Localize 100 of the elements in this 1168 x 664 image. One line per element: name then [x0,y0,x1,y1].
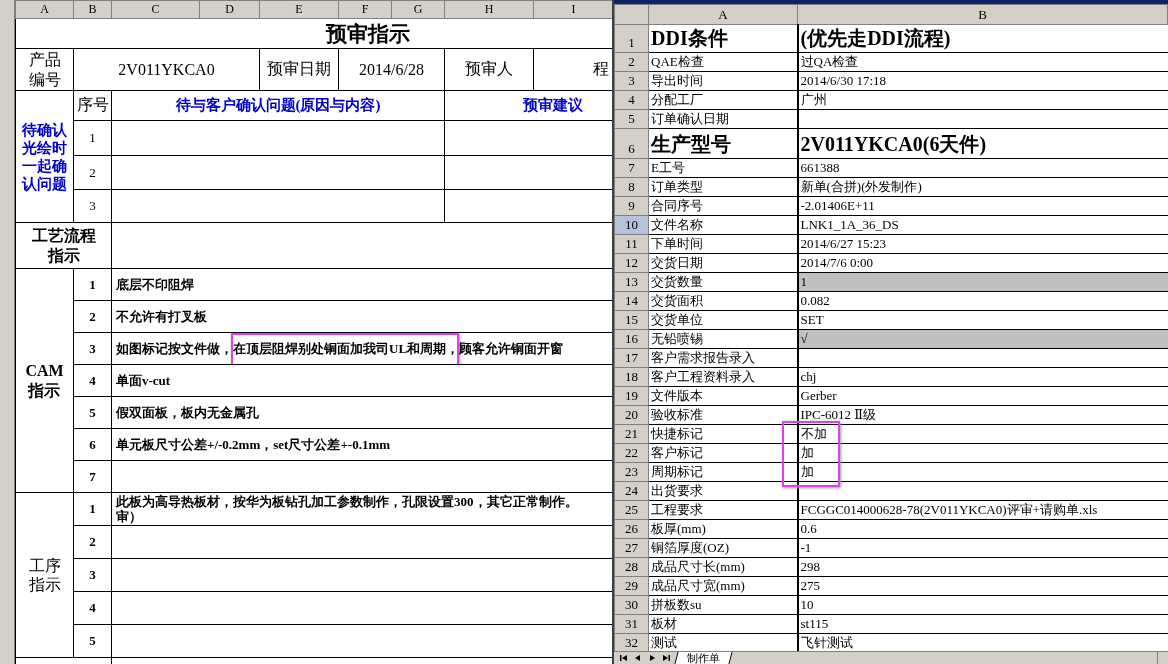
column-header[interactable]: I [533,0,612,19]
table-cell: 客户工程资料录入 [648,367,798,387]
sheet-tab[interactable]: 制作单 [674,652,733,664]
sheet-title: 预审指示 [15,18,612,49]
column-header[interactable]: A [15,0,74,19]
column-header[interactable]: E [259,0,339,19]
table-cell: 板厚(mm) [648,519,798,539]
table-cell: 7 [73,460,112,493]
table-cell: 快捷标记 [648,424,798,444]
table-cell: 无铅喷锡 [648,329,798,349]
table-cell: 订单确认日期 [648,109,798,129]
table-cell: 2 [73,300,112,333]
table-cell: E工号 [648,158,798,178]
table-cell: FCGGC014000628-78(2V011YKCA0)评审+请购单.xls [797,500,1168,520]
table-cell: 2014/6/30 17:18 [797,71,1168,91]
table-cell: SET [797,310,1168,330]
table-cell: 2014/6/27 15:23 [797,234,1168,254]
table-cell: 4 [73,591,112,625]
table-cell: 1 [73,120,112,156]
table-cell: 验收标准 [648,405,798,425]
table-cell: 工程要求 [648,500,798,520]
table-cell: 序号 [73,90,112,121]
table-cell: QAE检查 [648,52,798,72]
column-header[interactable]: G [391,0,445,19]
table-cell: 交货面积 [648,291,798,311]
table-cell: 交货日期 [648,253,798,273]
table-cell: 订单类型 [648,177,798,197]
table-cell: 拼板数su [648,595,798,615]
column-header[interactable]: B [73,0,112,19]
table-cell: 出货要求 [648,481,798,501]
table-cell: 客户标记 [648,443,798,463]
table-cell: 成品尺寸宽(mm) [648,576,798,596]
table-cell: chj [797,367,1168,387]
table-cell: 广州 [797,90,1168,110]
table-cell: -2.01406E+11 [797,196,1168,216]
row-header[interactable]: 1 [614,24,649,53]
table-cell: 6 [73,428,112,461]
table-cell: 铜箔厚度(OZ) [648,538,798,558]
table-cell: 2014/6/28 [338,48,445,91]
table-cell: DDI条件 [648,24,798,53]
table-cell: IPC-6012 Ⅱ级 [797,405,1168,425]
table-cell: Gerber [797,386,1168,406]
table-cell: (优先走DDI流程) [797,24,1168,53]
column-header[interactable]: H [444,0,534,19]
table-cell: CAM指示 [15,268,74,493]
column-header[interactable]: C [111,0,200,19]
table-cell: 2 [73,525,112,559]
table-cell: 生产型号 [648,128,798,159]
first-sheet-icon[interactable] [618,653,630,663]
table-cell: 合同序号 [648,196,798,216]
column-header[interactable]: B [797,4,1168,25]
table-cell: 成品尺寸长(mm) [648,557,798,577]
row-header[interactable]: 6 [614,128,649,159]
column-header[interactable]: D [199,0,260,19]
table-cell: 加 [797,443,1168,463]
table-cell: 如图标记按文件做，在顶层阻焊别处铜面加我司UL和周期，顾客允许铜面开窗 [111,332,612,365]
table-cell: 工艺流程指示 [15,222,112,269]
column-header[interactable]: A [648,4,798,25]
table-cell: 3 [73,332,112,365]
table-cell: 2014/7/6 0:00 [797,253,1168,273]
table-cell: 1 [73,492,112,526]
table-cell: 不加 [797,424,1168,444]
table-cell: 周期标记 [648,462,798,482]
table-cell: 0.082 [797,291,1168,311]
table-cell: 2V011YKCA0 [73,48,260,91]
table-cell: 298 [797,557,1168,577]
table-cell: 分配工厂 [648,90,798,110]
table-cell: 2 [73,155,112,190]
table-cell: 1 [73,268,112,301]
table-cell: 导出时间 [648,71,798,91]
table-cell: 交货数量 [648,272,798,292]
table-cell: 下单时间 [648,234,798,254]
table-cell: 275 [797,576,1168,596]
table-cell: 预审人 [444,48,534,91]
table-cell: 加 [797,462,1168,482]
table-cell: 4 [73,364,112,397]
table-cell: 661388 [797,158,1168,178]
table-cell: -1 [797,538,1168,558]
table-cell: 5 [73,624,112,658]
table-cell: 板材 [648,614,798,634]
table-cell: 3 [73,189,112,223]
table-cell: 3 [73,558,112,592]
table-cell: 10 [797,595,1168,615]
table-cell: 0.6 [797,519,1168,539]
table-cell: 产品编号 [15,48,74,91]
column-header[interactable]: F [338,0,392,19]
last-sheet-icon[interactable] [660,653,672,663]
table-cell: 待确认光绘时一起确认问题 [15,90,74,223]
table-cell: 工序指示 [15,492,74,658]
table-cell: 待与客户确认问题(原因与内容) [111,90,445,121]
table-cell: 文件名称 [648,215,798,235]
table-cell: 预审日期 [259,48,339,91]
table-cell: LNK1_1A_36_DS [797,215,1168,235]
table-cell: 过QA检查 [797,52,1168,72]
table-cell: 文件版本 [648,386,798,406]
table-cell: st115 [797,614,1168,634]
table-cell: 2V011YKCA0(6天件) [797,128,1168,159]
table-cell: 客户需求报告录入 [648,348,798,368]
table-cell: 交货单位 [648,310,798,330]
table-cell: 5 [73,396,112,429]
